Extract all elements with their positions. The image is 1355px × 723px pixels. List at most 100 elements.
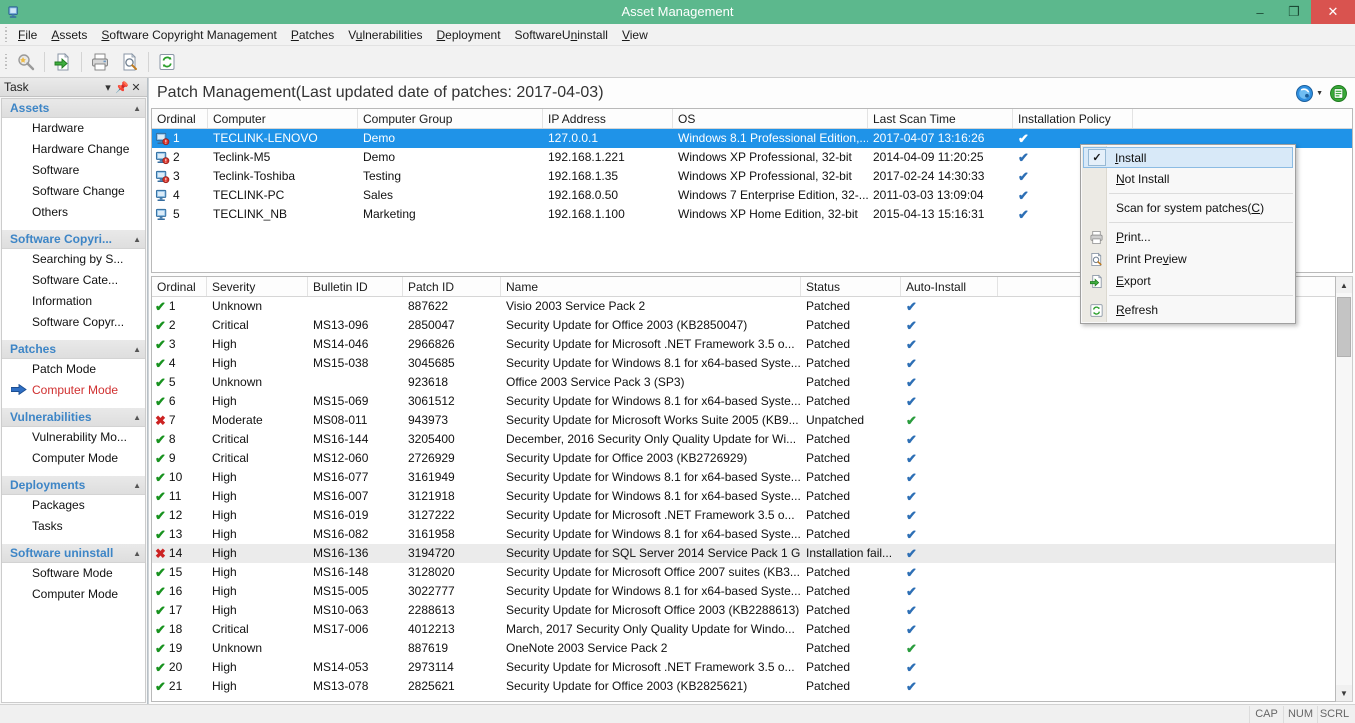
sidebar-item-computer-mode[interactable]: Computer Mode: [2, 380, 145, 401]
table-row[interactable]: ✔ 17 High MS10-063 2288613 Security Update fo…: [152, 601, 1335, 620]
sidebar-group-vulnerabilities[interactable]: Vulnerabilities ▲: [2, 408, 145, 427]
toolbar-grip[interactable]: [2, 53, 9, 70]
column-header-install-policy[interactable]: Installation Policy: [1013, 109, 1133, 128]
context-menu-item-export[interactable]: Export: [1081, 270, 1295, 292]
column-header-group[interactable]: Computer Group: [358, 109, 543, 128]
table-row[interactable]: ✔ 21 High MS13-078 2825621 Security Update fo…: [152, 677, 1335, 696]
scroll-track[interactable]: [1336, 293, 1352, 685]
sidebar-item-software-copyr[interactable]: Software Copyr...: [2, 312, 145, 333]
export-icon[interactable]: [48, 48, 78, 76]
sidebar-item-computer-mode[interactable]: Computer Mode: [2, 584, 145, 605]
menu-patches[interactable]: Patches: [284, 25, 341, 45]
cell-auto-install[interactable]: ✔: [901, 544, 998, 563]
chevron-up-icon[interactable]: ▲: [133, 104, 141, 113]
sidebar-item-packages[interactable]: Packages: [2, 495, 145, 516]
cell-auto-install[interactable]: ✔: [901, 658, 998, 677]
sidebar-item-software-mode[interactable]: Software Mode: [2, 563, 145, 584]
sidebar-item-vulnerability-mo[interactable]: Vulnerability Mo...: [2, 427, 145, 448]
sidebar-group-patches[interactable]: Patches ▲: [2, 340, 145, 359]
cell-auto-install[interactable]: ✔: [901, 620, 998, 639]
patches-vertical-scrollbar[interactable]: ▲ ▼: [1336, 276, 1353, 702]
table-row[interactable]: ✔ 3 High MS14-046 2966826 Security Update for…: [152, 335, 1335, 354]
chevron-up-icon[interactable]: ▲: [133, 549, 141, 558]
cell-auto-install[interactable]: ✔: [901, 525, 998, 544]
context-menu-item-refresh[interactable]: Refresh: [1081, 299, 1295, 321]
table-row[interactable]: ✔ 5 Unknown 923618 Office 2003 Service Pack …: [152, 373, 1335, 392]
installation-policy-context-menu[interactable]: ✓ Install Not Install Scan for system patch…: [1080, 144, 1296, 324]
cell-auto-install[interactable]: ✔: [901, 335, 998, 354]
column-header-bulletin-id[interactable]: Bulletin ID: [308, 277, 403, 296]
cell-auto-install[interactable]: ✔: [901, 487, 998, 506]
cell-auto-install[interactable]: ✔: [901, 430, 998, 449]
sidebar-item-hardware-change[interactable]: Hardware Change: [2, 139, 145, 160]
sidebar-item-software-change[interactable]: Software Change: [2, 181, 145, 202]
cell-auto-install[interactable]: ✔: [901, 639, 998, 658]
chevron-down-icon[interactable]: ▾: [101, 81, 115, 94]
sidebar-item-software[interactable]: Software: [2, 160, 145, 181]
menu-assets[interactable]: Assets: [44, 25, 94, 45]
menu-file[interactable]: File: [11, 25, 44, 45]
menu-software-uninstall[interactable]: SoftwareUninstall: [508, 25, 615, 45]
table-row[interactable]: ✔ 18 Critical MS17-006 4012213 March, 2017 Se…: [152, 620, 1335, 639]
chevron-up-icon[interactable]: ▲: [133, 345, 141, 354]
maximize-button[interactable]: ❐: [1277, 0, 1311, 24]
table-row[interactable]: ✔ 15 High MS16-148 3128020 Security Update fo…: [152, 563, 1335, 582]
cell-auto-install[interactable]: ✔: [901, 316, 998, 335]
table-row[interactable]: ✔ 8 Critical MS16-144 3205400 December, 2016 …: [152, 430, 1335, 449]
table-row[interactable]: ✔ 13 High MS16-082 3161958 Security Update fo…: [152, 525, 1335, 544]
column-header-ordinal[interactable]: Ordinal: [152, 109, 208, 128]
column-header-computer[interactable]: Computer: [208, 109, 358, 128]
cell-auto-install[interactable]: ✔: [901, 468, 998, 487]
report-icon[interactable]: [1328, 83, 1349, 104]
sidebar-item-tasks[interactable]: Tasks: [2, 516, 145, 537]
column-header-auto-install[interactable]: Auto-Install: [901, 277, 998, 296]
column-header-severity[interactable]: Severity: [207, 277, 308, 296]
cell-auto-install[interactable]: ✔: [901, 506, 998, 525]
scroll-up-icon[interactable]: ▲: [1336, 277, 1352, 293]
cell-auto-install[interactable]: ✔: [901, 411, 998, 430]
scroll-down-icon[interactable]: ▼: [1336, 685, 1352, 701]
close-icon[interactable]: ✕: [129, 81, 143, 94]
print-preview-icon[interactable]: [115, 48, 145, 76]
sidebar-group-deployments[interactable]: Deployments ▲: [2, 476, 145, 495]
table-row[interactable]: ✔ 12 High MS16-019 3127222 Security Update fo…: [152, 506, 1335, 525]
table-row[interactable]: ✔ 19 Unknown 887619 OneNote 2003 Service Pac…: [152, 639, 1335, 658]
sidebar-item-patch-mode[interactable]: Patch Mode: [2, 359, 145, 380]
table-row[interactable]: ✔ 20 High MS14-053 2973114 Security Update fo…: [152, 658, 1335, 677]
column-header-os[interactable]: OS: [673, 109, 868, 128]
sidebar-item-searching-by-s[interactable]: Searching by S...: [2, 249, 145, 270]
patches-grid[interactable]: Ordinal Severity Bulletin ID Patch ID Na…: [151, 276, 1336, 702]
menu-software-copyright-management[interactable]: Software Copyright Management: [94, 25, 283, 45]
table-row[interactable]: ✔ 10 High MS16-077 3161949 Security Update fo…: [152, 468, 1335, 487]
cell-auto-install[interactable]: ✔: [901, 677, 998, 696]
table-row[interactable]: ✖ 7 Moderate MS08-011 943973 Security Update …: [152, 411, 1335, 430]
table-row[interactable]: ✔ 16 High MS15-005 3022777 Security Update fo…: [152, 582, 1335, 601]
sidebar-item-software-cate[interactable]: Software Cate...: [2, 270, 145, 291]
table-row[interactable]: ✔ 6 High MS15-069 3061512 Security Update for…: [152, 392, 1335, 411]
context-menu-item-install[interactable]: ✓ Install: [1083, 147, 1293, 168]
menu-grip[interactable]: [2, 26, 9, 43]
cell-auto-install[interactable]: ✔: [901, 373, 998, 392]
cell-auto-install[interactable]: ✔: [901, 354, 998, 373]
minimize-button[interactable]: –: [1243, 0, 1277, 24]
table-row[interactable]: ✔ 4 High MS15-038 3045685 Security Update for…: [152, 354, 1335, 373]
sidebar-item-others[interactable]: Others: [2, 202, 145, 223]
chevron-up-icon[interactable]: ▲: [133, 235, 141, 244]
print-icon[interactable]: [85, 48, 115, 76]
cell-auto-install[interactable]: ✔: [901, 392, 998, 411]
context-menu-item-not-install[interactable]: Not Install: [1081, 168, 1295, 190]
sidebar-item-hardware[interactable]: Hardware: [2, 118, 145, 139]
pin-icon[interactable]: 📌: [115, 81, 129, 94]
column-header-patch-id[interactable]: Patch ID: [403, 277, 501, 296]
sidebar-item-information[interactable]: Information: [2, 291, 145, 312]
sidebar-group-software-copyri[interactable]: Software Copyri... ▲: [2, 230, 145, 249]
cell-auto-install[interactable]: ✔: [901, 449, 998, 468]
table-row[interactable]: ✔ 11 High MS16-007 3121918 Security Update fo…: [152, 487, 1335, 506]
sidebar-group-software-uninstall[interactable]: Software uninstall ▲: [2, 544, 145, 563]
column-header-name[interactable]: Name: [501, 277, 801, 296]
scan-icon[interactable]: [11, 48, 41, 76]
chevron-up-icon[interactable]: ▲: [133, 413, 141, 422]
cell-auto-install[interactable]: ✔: [901, 601, 998, 620]
column-header-status[interactable]: Status: [801, 277, 901, 296]
sidebar-group-assets[interactable]: Assets ▲: [2, 99, 145, 118]
